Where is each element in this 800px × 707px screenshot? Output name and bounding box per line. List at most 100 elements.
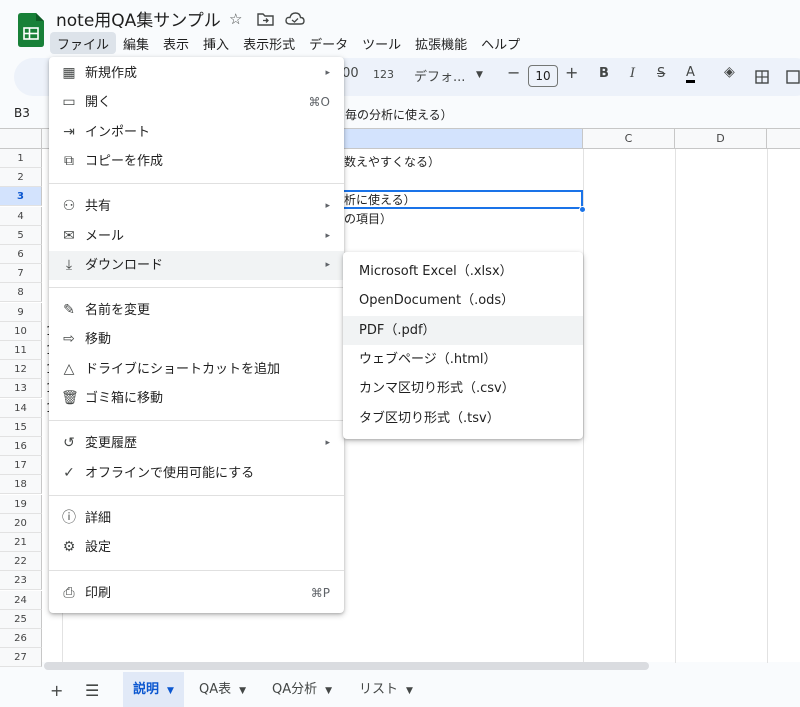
menu-item-info[interactable]: ⓘ 詳細 [49, 504, 344, 533]
row-header[interactable]: 19 [0, 494, 42, 514]
row-header[interactable]: 17 [0, 456, 42, 476]
menu-edit[interactable]: 編集 [116, 32, 156, 54]
row-header[interactable]: 27 [0, 648, 42, 668]
fill-color-icon[interactable]: ◈ [724, 64, 735, 80]
row-header[interactable]: 25 [0, 609, 42, 629]
horizontal-scrollbar[interactable] [44, 662, 649, 670]
document-title[interactable]: note用QA集サンプル [56, 6, 221, 31]
sheet-tab-list[interactable]: リスト ▼ [349, 672, 423, 707]
column-header-d[interactable]: D [675, 129, 767, 149]
download-option[interactable]: PDF（.pdf） [343, 315, 583, 345]
formula-input[interactable]: 毎の分析に使える） [345, 106, 453, 123]
row-header[interactable]: 10 [0, 321, 42, 341]
text-color-button[interactable]: A [686, 66, 695, 83]
row-header[interactable]: 15 [0, 417, 42, 437]
font-size-increase-button[interactable]: + [565, 63, 578, 82]
menu-help[interactable]: ヘルプ [474, 32, 527, 54]
row-header[interactable]: 21 [0, 533, 42, 552]
row-header[interactable]: 7 [0, 264, 42, 284]
select-all-corner[interactable] [0, 129, 42, 149]
row-header[interactable]: 23 [0, 571, 42, 591]
menu-item-new[interactable]: ▦ 新規作成 ▸ [49, 59, 344, 88]
fill-handle[interactable] [579, 206, 586, 213]
row-header[interactable]: 3 [0, 187, 42, 207]
row-header[interactable]: 24 [0, 590, 42, 610]
row-header[interactable]: 6 [0, 245, 42, 264]
download-option[interactable]: OpenDocument（.ods） [343, 286, 583, 315]
column-header-c[interactable]: C [583, 129, 675, 149]
cell-b1[interactable]: 数えやすくなる） [344, 153, 440, 170]
sheets-logo-icon[interactable] [18, 13, 44, 47]
row-header[interactable]: 18 [0, 475, 42, 495]
menu-item-settings[interactable]: ⚙ 設定 [49, 533, 344, 562]
row-header[interactable]: 5 [0, 225, 42, 245]
menu-item-offline[interactable]: ✓ オフラインで使用可能にする [49, 459, 344, 488]
print-icon: ⎙ [63, 584, 75, 601]
row-header[interactable]: 13 [0, 379, 42, 399]
number-format-button[interactable]: 123 [373, 68, 394, 81]
menu-format[interactable]: 表示形式 [236, 32, 302, 54]
row-header[interactable]: 14 [0, 398, 42, 418]
download-option[interactable]: カンマ区切り形式（.csv） [343, 374, 583, 403]
cell-b4[interactable]: の項目） [344, 210, 392, 227]
menu-item-shortcut: ⌘P [310, 585, 330, 600]
sheet-tab-qa-analysis[interactable]: QA分析 ▼ [262, 672, 342, 707]
cloud-icon[interactable] [285, 12, 305, 26]
sheet-tab-setsumei[interactable]: 説明 ▼ [123, 672, 184, 707]
merge-cells-icon[interactable] [786, 70, 800, 84]
menu-insert[interactable]: 挿入 [196, 32, 236, 54]
menu-item-copy[interactable]: ⧉ コピーを作成 [49, 147, 344, 176]
menu-item-move[interactable]: ⇨ 移動 [49, 325, 344, 354]
chevron-down-icon[interactable]: ▼ [476, 70, 483, 80]
menu-item-rename[interactable]: ✎ 名前を変更 [49, 296, 344, 325]
download-option[interactable]: ウェブページ（.html） [343, 345, 583, 374]
download-option-label: タブ区切り形式（.tsv） [359, 410, 500, 426]
menu-view[interactable]: 表示 [156, 32, 196, 54]
sheet-tab-label: リスト [359, 682, 399, 697]
italic-button[interactable]: I [630, 66, 635, 81]
all-sheets-menu-icon[interactable]: ☰ [85, 681, 99, 700]
menu-item-print[interactable]: ⎙ 印刷 ⌘P [49, 579, 344, 608]
row-header[interactable]: 22 [0, 552, 42, 572]
strikethrough-button[interactable]: S [657, 66, 665, 81]
font-size-input[interactable]: 10 [528, 65, 558, 87]
bold-button[interactable]: B [599, 66, 609, 81]
menu-item-share[interactable]: ⚇ 共有 ▸ [49, 192, 344, 221]
row-header[interactable]: 20 [0, 513, 42, 533]
column-header-e[interactable] [767, 129, 800, 149]
add-sheet-icon[interactable]: + [50, 681, 63, 700]
chevron-down-icon[interactable]: ▼ [406, 686, 413, 696]
menu-item-history[interactable]: ↺ 変更履歴 ▸ [49, 429, 344, 458]
chevron-down-icon[interactable]: ▼ [239, 686, 246, 696]
font-family-select[interactable]: デフォ... [414, 66, 465, 85]
menu-item-drive-shortcut[interactable]: △ ドライブにショートカットを追加 [49, 355, 344, 384]
menu-item-mail[interactable]: ✉ メール ▸ [49, 222, 344, 251]
row-header[interactable]: 9 [0, 302, 42, 322]
row-header[interactable]: 2 [0, 168, 42, 188]
download-option[interactable]: タブ区切り形式（.tsv） [343, 404, 583, 433]
borders-icon[interactable] [755, 70, 769, 84]
row-header[interactable]: 12 [0, 360, 42, 380]
chevron-down-icon[interactable]: ▼ [325, 686, 332, 696]
font-size-decrease-button[interactable]: − [507, 63, 520, 82]
row-header[interactable]: 16 [0, 437, 42, 456]
name-box[interactable]: B3 [14, 106, 30, 120]
row-header[interactable]: 8 [0, 283, 42, 303]
menu-item-download[interactable]: ⤓ ダウンロード ▸ [49, 250, 344, 280]
row-header[interactable]: 1 [0, 149, 42, 168]
menu-item-import[interactable]: ⇥ インポート [49, 118, 344, 147]
download-option[interactable]: Microsoft Excel（.xlsx） [343, 257, 583, 286]
menu-extensions[interactable]: 拡張機能 [408, 32, 474, 54]
sheet-tab-qa[interactable]: QA表 ▼ [189, 672, 256, 707]
row-header[interactable]: 11 [0, 341, 42, 360]
row-header[interactable]: 26 [0, 629, 42, 648]
menu-item-folder-open[interactable]: ▭ 開く ⌘O [49, 88, 344, 117]
folder-move-icon[interactable] [257, 12, 274, 26]
menu-item-trash[interactable]: 🗑 ゴミ箱に移動 [49, 384, 344, 413]
menu-data[interactable]: データ [302, 32, 355, 54]
star-icon[interactable]: ☆ [229, 10, 242, 28]
row-header[interactable]: 4 [0, 206, 42, 226]
chevron-down-icon[interactable]: ▼ [167, 686, 174, 696]
menu-tools[interactable]: ツール [355, 32, 408, 54]
menu-file[interactable]: ファイル [50, 32, 117, 54]
